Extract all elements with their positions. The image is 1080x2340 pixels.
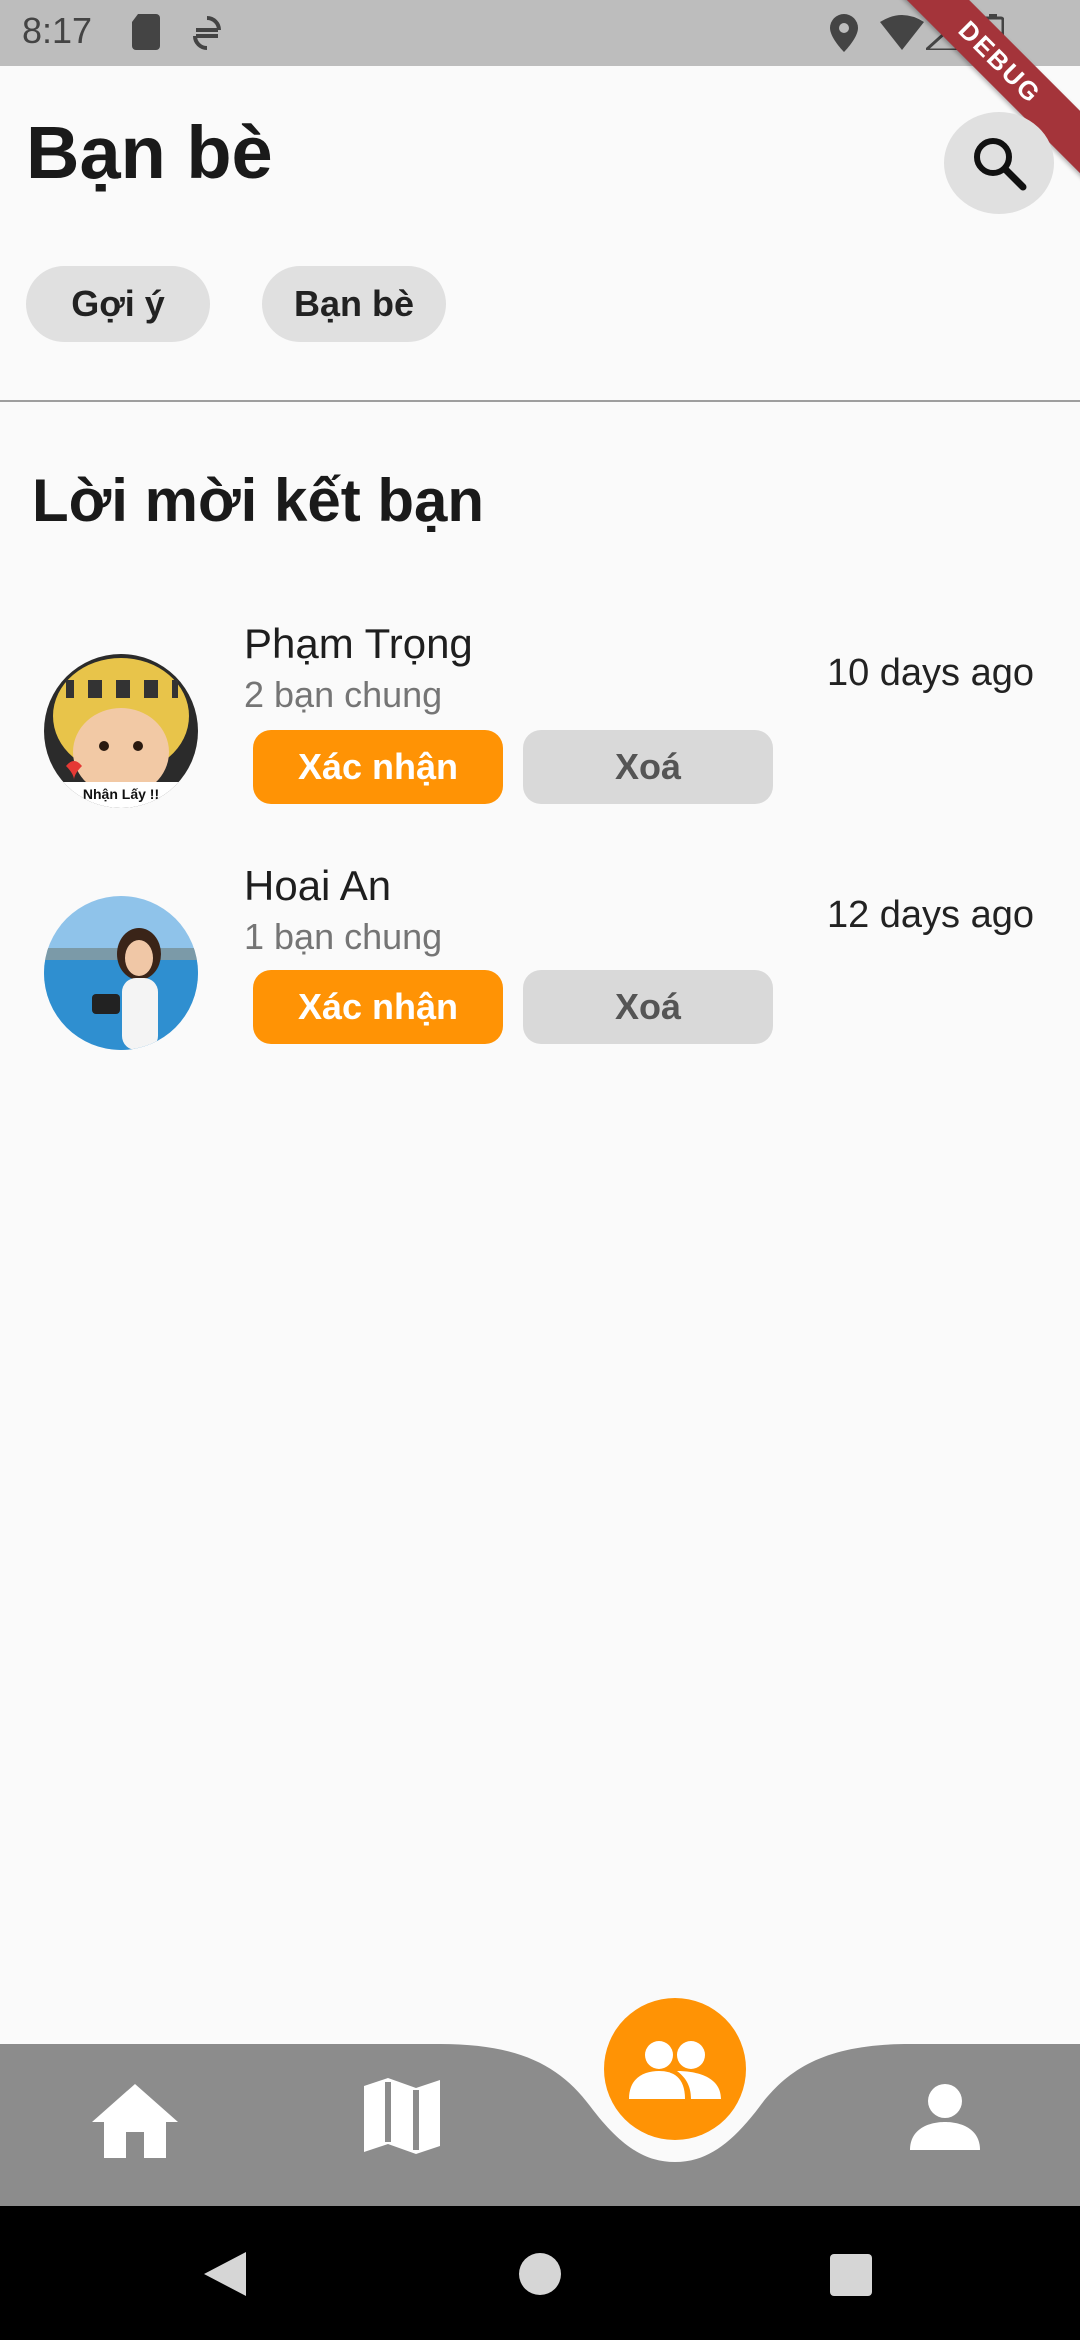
- back-icon[interactable]: [204, 2252, 246, 2296]
- request-mutual-friends: 1 bạn chung: [244, 916, 443, 957]
- request-name[interactable]: Phạm Trọng: [244, 620, 473, 668]
- status-bar: 8:17 DEBUG: [0, 0, 1080, 184]
- friend-request-row: Hoai An 1 bạn chung 12 days ago Xác nhận…: [0, 862, 1080, 1062]
- chip-friends[interactable]: Bạn bè: [262, 266, 446, 342]
- confirm-button[interactable]: Xác nhận: [253, 730, 503, 804]
- sync-icon: [193, 16, 221, 50]
- nav-friends[interactable]: [604, 1998, 746, 2140]
- friend-request-row: Nhận Lấy !! Phạm Trọng 2 bạn chung 10 da…: [0, 620, 1080, 820]
- section-title: Lời mời kết bạn: [32, 467, 485, 534]
- request-time: 10 days ago: [826, 652, 1034, 694]
- chip-suggestions[interactable]: Gợi ý: [26, 266, 210, 342]
- sd-card-icon: [132, 14, 160, 50]
- person-icon: [910, 2084, 980, 2150]
- friends-icon: [629, 2041, 721, 2099]
- search-icon: [974, 138, 1027, 191]
- confirm-button[interactable]: Xác nhận: [253, 970, 503, 1044]
- home-icon: [92, 2084, 178, 2158]
- nav-profile[interactable]: [910, 2078, 980, 2156]
- avatar[interactable]: Nhận Lấy !!: [44, 654, 198, 808]
- location-icon: [830, 14, 858, 52]
- avatar[interactable]: [44, 896, 198, 1050]
- home-circle-icon[interactable]: [518, 2252, 562, 2296]
- search-button[interactable]: [944, 112, 1054, 214]
- recents-icon[interactable]: [830, 2254, 872, 2296]
- delete-button[interactable]: Xoá: [523, 970, 773, 1044]
- wifi-icon: [880, 15, 924, 50]
- nav-home[interactable]: [92, 2082, 178, 2160]
- map-icon: [364, 2078, 440, 2154]
- status-time: 8:17: [22, 10, 93, 51]
- nav-map[interactable]: [364, 2076, 440, 2156]
- divider: [0, 400, 1080, 402]
- request-name[interactable]: Hoai An: [244, 862, 391, 910]
- page-title: Bạn bè: [26, 111, 273, 194]
- request-time: 12 days ago: [826, 894, 1034, 936]
- avatar-caption: Nhận Lấy !!: [82, 786, 160, 802]
- system-nav-bar: [0, 2206, 1080, 2340]
- request-mutual-friends: 2 bạn chung: [244, 674, 443, 715]
- delete-button[interactable]: Xoá: [523, 730, 773, 804]
